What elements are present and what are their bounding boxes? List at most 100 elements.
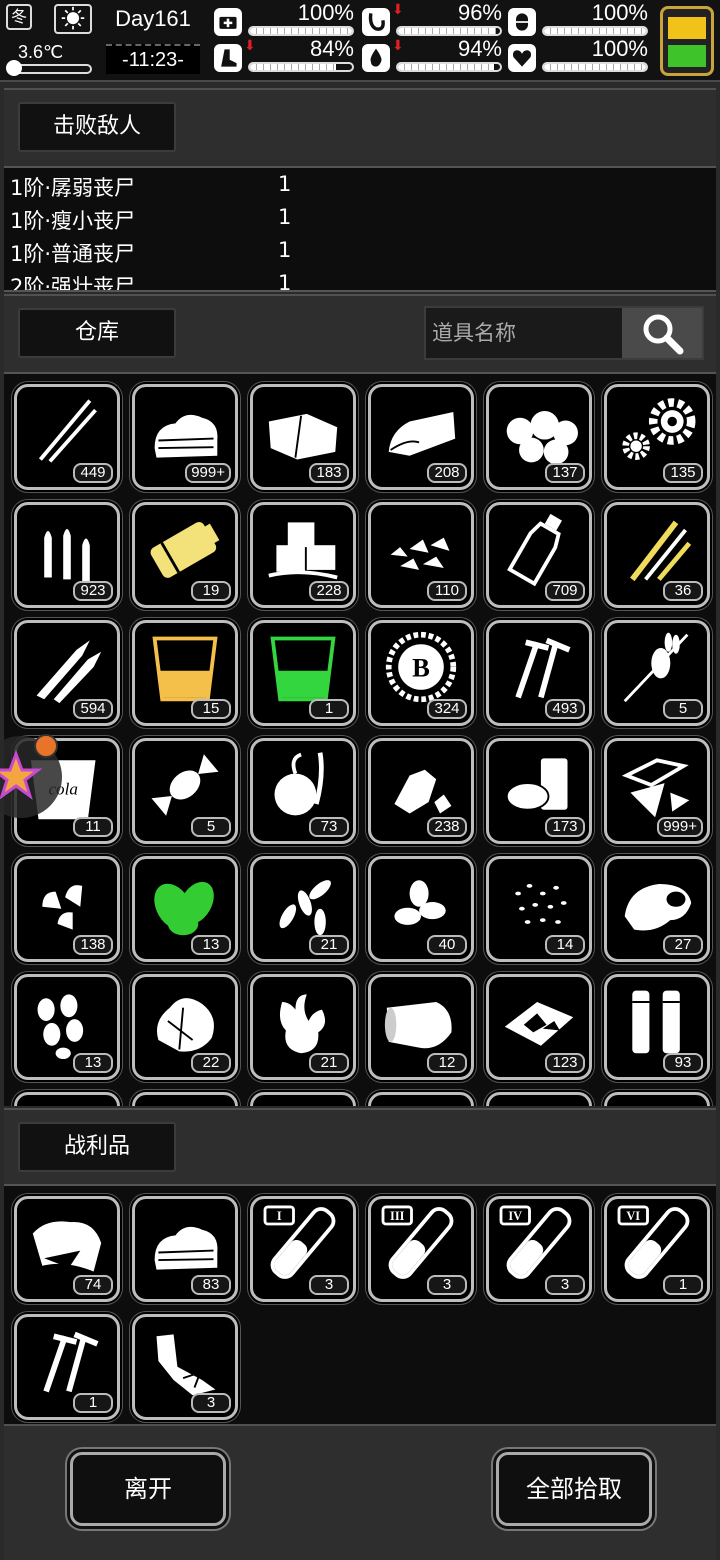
item-search-input[interactable] <box>432 316 622 350</box>
item-slot-partial[interactable] <box>604 1092 710 1106</box>
item-count: 183 <box>309 463 349 483</box>
item-slot[interactable]: 73 <box>250 738 356 844</box>
loot-section-header: 战利品 <box>4 1108 716 1184</box>
battery-icon[interactable] <box>660 6 714 76</box>
item-slot[interactable]: VI 1 <box>604 1196 710 1302</box>
weather-sun-icon <box>54 4 92 34</box>
item-slot[interactable]: I3 <box>250 1196 356 1302</box>
item-slot-partial[interactable] <box>132 1092 238 1106</box>
stat-bar <box>542 26 648 36</box>
item-count: 137 <box>545 463 585 483</box>
warehouse-grid[interactable]: 449 999+ 183 208 137 135 923 19 228 110 709 36 594 15… <box>4 372 716 1106</box>
item-slot[interactable]: 135 <box>604 384 710 490</box>
item-count: 709 <box>545 581 585 601</box>
item-count: 83 <box>191 1275 231 1295</box>
item-slot[interactable]: 208 <box>368 384 474 490</box>
item-slot[interactable]: 238 <box>368 738 474 844</box>
defeated-title: 击败敌人 <box>18 102 176 152</box>
season-badge: 冬 <box>6 4 32 30</box>
item-count: 493 <box>545 699 585 719</box>
item-slot[interactable]: 40 <box>368 856 474 962</box>
thermometer-icon <box>6 60 22 76</box>
svg-text:VI: VI <box>626 1209 640 1223</box>
stat-bar-fill <box>250 64 336 70</box>
item-slot-partial[interactable] <box>368 1092 474 1106</box>
ginger-root-icon <box>279 994 326 1054</box>
item-slot[interactable]: 923 <box>14 502 120 608</box>
search-button[interactable] <box>622 308 702 358</box>
item-slot[interactable]: 14 <box>486 856 592 962</box>
day-counter: Day161 <box>115 6 191 31</box>
tweezers-icon <box>38 399 97 463</box>
stat-bar <box>396 62 502 72</box>
item-slot[interactable]: 19 <box>132 502 238 608</box>
torn-cloth-icon <box>32 1221 102 1272</box>
item-count: 5 <box>191 817 231 837</box>
item-slot[interactable]: 5 <box>604 620 710 726</box>
item-slot[interactable]: III 3 <box>368 1196 474 1302</box>
nuts-icon <box>42 885 83 930</box>
sesame-seeds-icon <box>515 884 567 924</box>
leave-button[interactable]: 离开 <box>70 1452 226 1526</box>
pill-icon <box>508 8 536 36</box>
item-slot[interactable]: 1 <box>14 1314 120 1420</box>
item-count: 21 <box>309 1053 349 1073</box>
item-slot[interactable]: 21 <box>250 856 356 962</box>
enemy-count: 1 <box>278 172 292 196</box>
item-slot[interactable]: 228 <box>250 502 356 608</box>
item-slot[interactable]: 138 <box>14 856 120 962</box>
item-slot[interactable]: 110 <box>368 502 474 608</box>
stat-value: 100% <box>297 0 354 25</box>
item-slot[interactable]: 493 <box>486 620 592 726</box>
stat-bar-fill <box>398 28 496 34</box>
defeated-enemy-list[interactable]: 1阶·孱弱丧尸 1 1阶·瘦小丧尸 1 1阶·普通丧尸 1 2阶·强壮丧尸 1 <box>4 166 716 292</box>
item-slot[interactable]: 449 <box>14 384 120 490</box>
almonds-icon <box>394 880 446 925</box>
item-slot[interactable]: 3 <box>132 1314 238 1420</box>
heart-icon <box>508 44 536 72</box>
item-slot[interactable]: 21 <box>250 974 356 1080</box>
item-count: 3 <box>309 1275 349 1295</box>
item-slot-partial[interactable] <box>250 1092 356 1106</box>
item-slot[interactable]: 74 <box>14 1196 120 1302</box>
item-slot-partial[interactable] <box>14 1092 120 1106</box>
item-slot[interactable]: 36 <box>604 502 710 608</box>
item-slot[interactable]: 93 <box>604 974 710 1080</box>
take-all-button[interactable]: 全部拾取 <box>496 1452 652 1526</box>
svg-text:III: III <box>390 1209 405 1223</box>
item-slot[interactable]: 999+ <box>604 738 710 844</box>
item-slot[interactable]: 137 <box>486 384 592 490</box>
item-slot[interactable]: 123 <box>486 974 592 1080</box>
bullets-icon <box>44 529 90 582</box>
item-count: 135 <box>663 463 703 483</box>
item-search-box <box>424 306 704 360</box>
item-slot[interactable]: 83 <box>132 1196 238 1302</box>
item-slot[interactable]: 5 <box>132 738 238 844</box>
paper-sheets-icon <box>268 413 338 460</box>
stat-stamina: ⬇ 84% <box>214 36 354 72</box>
enemy-name: 1阶·瘦小丧尸 <box>10 209 136 233</box>
item-slot[interactable]: 1 <box>250 620 356 726</box>
item-slot[interactable]: B 324 <box>368 620 474 726</box>
item-slot[interactable]: 709 <box>486 502 592 608</box>
item-count: 1 <box>663 1275 703 1295</box>
item-slot[interactable]: 173 <box>486 738 592 844</box>
item-slot[interactable]: 12 <box>368 974 474 1080</box>
item-slot[interactable]: 13 <box>14 974 120 1080</box>
item-slot[interactable]: 22 <box>132 974 238 1080</box>
green-juice-cup-icon <box>270 636 336 702</box>
item-slot[interactable]: 999+ <box>132 384 238 490</box>
test-tube-icon: I <box>263 1205 336 1279</box>
item-slot[interactable]: IV 3 <box>486 1196 592 1302</box>
item-slot[interactable]: 15 <box>132 620 238 726</box>
ice-cubes-icon <box>268 522 338 580</box>
item-slot[interactable]: 27 <box>604 856 710 962</box>
item-count: 74 <box>73 1275 113 1295</box>
item-slot[interactable]: 13 <box>132 856 238 962</box>
enemy-count: 1 <box>278 271 292 292</box>
item-slot-partial[interactable] <box>486 1092 592 1106</box>
loot-grid[interactable]: 74 83 I 3 III 3 IV 3 VI 1 1 3 <box>4 1184 716 1424</box>
item-slot[interactable]: 183 <box>250 384 356 490</box>
cloth-pile-icon <box>154 1226 218 1270</box>
item-slot[interactable]: 594 <box>14 620 120 726</box>
